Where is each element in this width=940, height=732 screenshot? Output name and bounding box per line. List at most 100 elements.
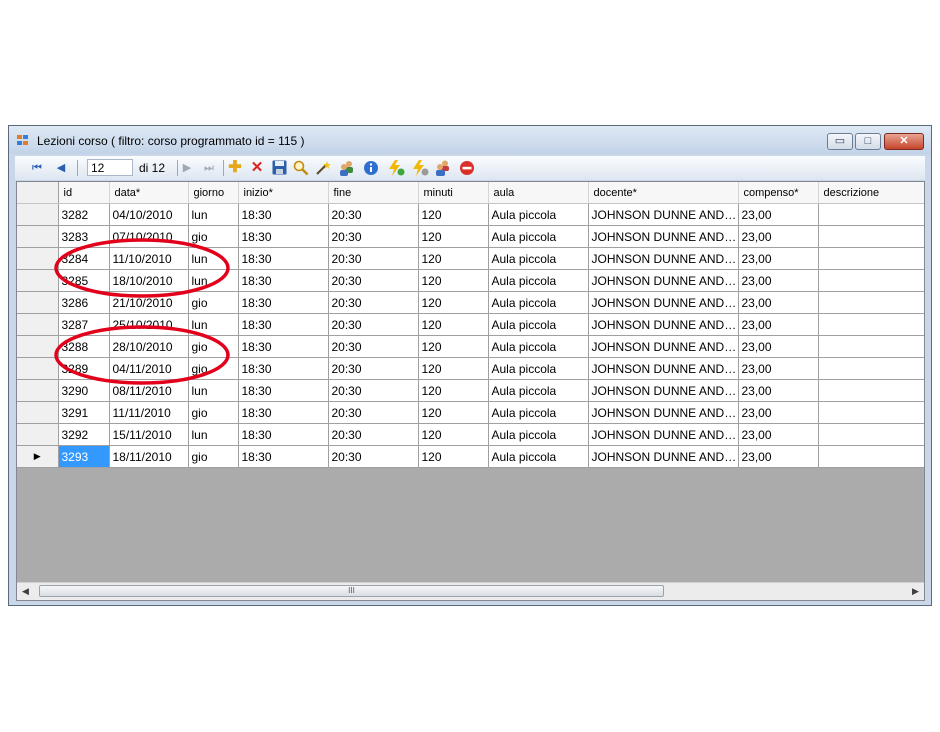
cell-col-4[interactable]: 20:30 bbox=[328, 335, 419, 358]
cell-col-4[interactable]: 20:30 bbox=[328, 379, 419, 402]
cell-col-3[interactable]: 18:30 bbox=[238, 423, 329, 446]
cell-col-4[interactable]: 20:30 bbox=[328, 225, 419, 248]
column-header[interactable]: docente* bbox=[588, 182, 739, 204]
cell-col-2[interactable]: gio bbox=[188, 401, 239, 424]
cell-col-8[interactable]: 23,00 bbox=[738, 401, 819, 424]
cell-col-3[interactable]: 18:30 bbox=[238, 247, 329, 270]
cell-col-8[interactable]: 23,00 bbox=[738, 291, 819, 314]
add-icon[interactable]: ✚ bbox=[227, 160, 243, 176]
position-input[interactable]: 12 bbox=[87, 159, 133, 176]
row-header[interactable] bbox=[17, 225, 59, 248]
column-header[interactable]: giorno bbox=[188, 182, 239, 204]
cell-col-5[interactable]: 120 bbox=[418, 269, 489, 292]
cell-col-7[interactable]: JOHNSON DUNNE ANDR... bbox=[588, 379, 739, 402]
cell-col-9[interactable] bbox=[818, 423, 924, 446]
column-header[interactable]: compenso* bbox=[738, 182, 819, 204]
table-row[interactable]: 3285 18/10/2010 lun 18:30 20:30 120 Aula picco… bbox=[17, 269, 924, 292]
last-icon[interactable]: ⏭ bbox=[201, 160, 217, 176]
cell-col-9[interactable] bbox=[818, 357, 924, 380]
cell-col-6[interactable]: Aula piccola bbox=[488, 445, 589, 468]
column-header[interactable]: descrizione bbox=[818, 182, 924, 204]
row-header[interactable] bbox=[17, 379, 59, 402]
cell-id[interactable]: 3285 bbox=[58, 269, 110, 292]
users-icon[interactable] bbox=[339, 160, 355, 176]
cell-col-7[interactable]: JOHNSON DUNNE ANDR... bbox=[588, 247, 739, 270]
cell-col-2[interactable]: lun bbox=[188, 247, 239, 270]
cell-col-7[interactable]: JOHNSON DUNNE ANDR... bbox=[588, 357, 739, 380]
cell-col-1[interactable]: 08/11/2010 bbox=[109, 379, 189, 402]
table-row[interactable]: 3282 04/10/2010 lun 18:30 20:30 120 Aula picco… bbox=[17, 203, 924, 226]
cell-col-4[interactable]: 20:30 bbox=[328, 423, 419, 446]
table-row[interactable]: 3283 07/10/2010 gio 18:30 20:30 120 Aula picco… bbox=[17, 225, 924, 248]
save-icon[interactable] bbox=[271, 160, 287, 176]
column-header[interactable]: inizio* bbox=[238, 182, 329, 204]
cell-col-3[interactable]: 18:30 bbox=[238, 225, 329, 248]
column-header[interactable]: fine bbox=[328, 182, 419, 204]
cell-col-7[interactable]: JOHNSON DUNNE ANDR... bbox=[588, 225, 739, 248]
cell-col-7[interactable]: JOHNSON DUNNE ANDR... bbox=[588, 269, 739, 292]
cell-col-2[interactable]: gio bbox=[188, 291, 239, 314]
row-header[interactable] bbox=[17, 335, 59, 358]
lightning-gray-icon[interactable] bbox=[411, 160, 429, 176]
cell-col-6[interactable]: Aula piccola bbox=[488, 357, 589, 380]
cell-col-6[interactable]: Aula piccola bbox=[488, 203, 589, 226]
cell-col-7[interactable]: JOHNSON DUNNE ANDR... bbox=[588, 335, 739, 358]
cell-id[interactable]: 3293 bbox=[58, 445, 110, 468]
cell-col-4[interactable]: 20:30 bbox=[328, 357, 419, 380]
cell-col-8[interactable]: 23,00 bbox=[738, 225, 819, 248]
row-header[interactable] bbox=[17, 269, 59, 292]
close-button[interactable]: ✕ bbox=[884, 133, 924, 150]
table-row[interactable]: 3286 21/10/2010 gio 18:30 20:30 120 Aula picco… bbox=[17, 291, 924, 314]
cell-id[interactable]: 3282 bbox=[58, 203, 110, 226]
cell-col-5[interactable]: 120 bbox=[418, 357, 489, 380]
column-header[interactable]: id bbox=[58, 182, 110, 204]
cell-col-6[interactable]: Aula piccola bbox=[488, 269, 589, 292]
cell-col-4[interactable]: 20:30 bbox=[328, 291, 419, 314]
cell-id[interactable]: 3291 bbox=[58, 401, 110, 424]
cell-col-1[interactable]: 25/10/2010 bbox=[109, 313, 189, 336]
cell-col-2[interactable]: lun bbox=[188, 269, 239, 292]
cell-col-5[interactable]: 120 bbox=[418, 445, 489, 468]
cell-col-6[interactable]: Aula piccola bbox=[488, 247, 589, 270]
row-header[interactable] bbox=[17, 401, 59, 424]
cell-col-8[interactable]: 23,00 bbox=[738, 445, 819, 468]
minimize-button[interactable]: ▭ bbox=[827, 133, 853, 150]
cell-col-8[interactable]: 23,00 bbox=[738, 423, 819, 446]
cell-col-3[interactable]: 18:30 bbox=[238, 401, 329, 424]
cell-col-8[interactable]: 23,00 bbox=[738, 203, 819, 226]
cell-col-1[interactable]: 07/10/2010 bbox=[109, 225, 189, 248]
horizontal-scrollbar[interactable]: ◀ III ▶ bbox=[17, 582, 924, 600]
cell-col-8[interactable]: 23,00 bbox=[738, 269, 819, 292]
row-header[interactable] bbox=[17, 357, 59, 380]
cell-col-2[interactable]: lun bbox=[188, 379, 239, 402]
cell-col-8[interactable]: 23,00 bbox=[738, 335, 819, 358]
cell-col-1[interactable]: 11/11/2010 bbox=[109, 401, 189, 424]
column-header[interactable]: aula bbox=[488, 182, 589, 204]
table-row[interactable]: 3288 28/10/2010 gio 18:30 20:30 120 Aula picco… bbox=[17, 335, 924, 358]
cell-col-9[interactable] bbox=[818, 247, 924, 270]
table-row[interactable]: 3289 04/11/2010 gio 18:30 20:30 120 Aula picco… bbox=[17, 357, 924, 380]
cell-col-6[interactable]: Aula piccola bbox=[488, 313, 589, 336]
cell-id[interactable]: 3284 bbox=[58, 247, 110, 270]
cell-col-8[interactable]: 23,00 bbox=[738, 379, 819, 402]
cell-col-3[interactable]: 18:30 bbox=[238, 203, 329, 226]
search-icon[interactable] bbox=[293, 160, 309, 176]
cell-col-9[interactable] bbox=[818, 335, 924, 358]
cell-col-6[interactable]: Aula piccola bbox=[488, 291, 589, 314]
cell-id[interactable]: 3290 bbox=[58, 379, 110, 402]
row-header-corner[interactable] bbox=[17, 182, 59, 204]
cell-col-5[interactable]: 120 bbox=[418, 401, 489, 424]
cell-id[interactable]: 3292 bbox=[58, 423, 110, 446]
cell-col-2[interactable]: gio bbox=[188, 335, 239, 358]
cell-col-1[interactable]: 15/11/2010 bbox=[109, 423, 189, 446]
cell-col-5[interactable]: 120 bbox=[418, 291, 489, 314]
cell-col-2[interactable]: gio bbox=[188, 225, 239, 248]
cell-col-1[interactable]: 18/11/2010 bbox=[109, 445, 189, 468]
cell-col-7[interactable]: JOHNSON DUNNE ANDR... bbox=[588, 401, 739, 424]
stop-icon[interactable] bbox=[459, 160, 475, 176]
cell-col-6[interactable]: Aula piccola bbox=[488, 379, 589, 402]
cell-col-5[interactable]: 120 bbox=[418, 313, 489, 336]
cell-col-3[interactable]: 18:30 bbox=[238, 291, 329, 314]
delete-icon[interactable]: ✕ bbox=[249, 160, 265, 176]
column-header[interactable]: data* bbox=[109, 182, 189, 204]
